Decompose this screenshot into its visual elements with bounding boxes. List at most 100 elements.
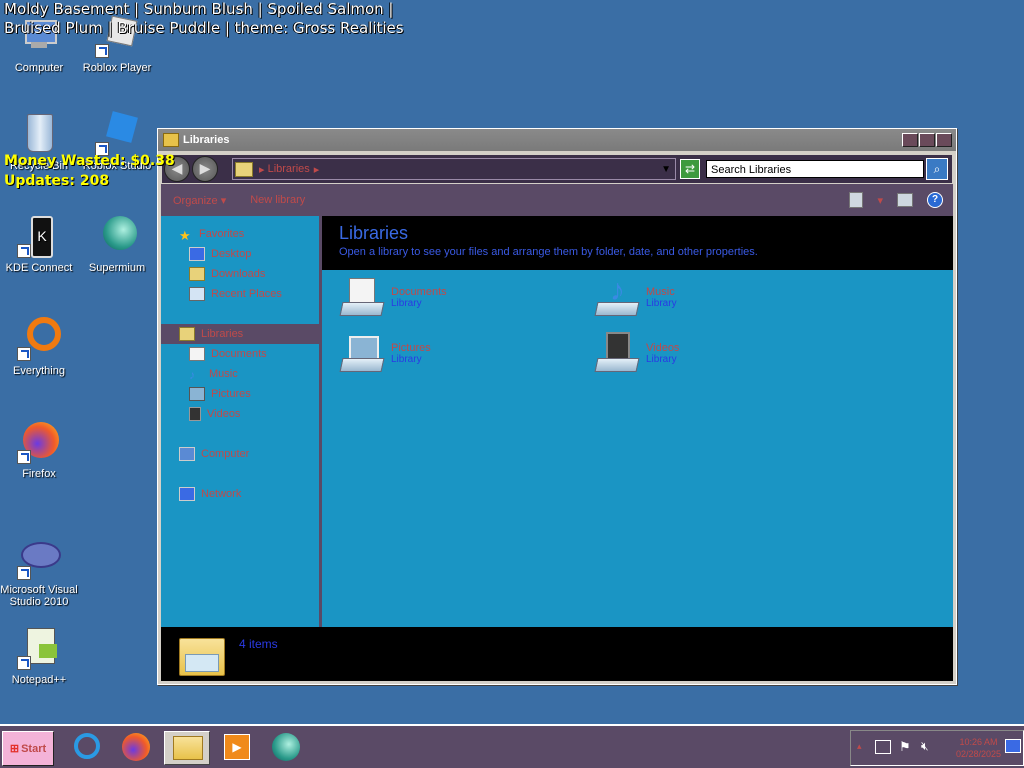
theme-overlay-text: Moldy Basement | Sunburn Blush | Spoiled… <box>4 0 404 37</box>
page-title: Libraries <box>339 223 409 243</box>
view-dropdown-icon[interactable]: ▾ <box>877 194 883 207</box>
file-explorer-icon <box>173 736 203 760</box>
desktop-icon-label: Firefox <box>22 468 56 480</box>
desktop-icon-label: Notepad++ <box>11 674 67 686</box>
close-button[interactable] <box>936 133 952 147</box>
money-wasted-text: Money Wasted: $0.38 <box>4 153 175 169</box>
library-documents[interactable]: Documents Library <box>339 276 559 326</box>
library-music[interactable]: ♪ Music Library <box>594 276 814 326</box>
desktop-icon-firefox[interactable]: Firefox <box>0 420 78 480</box>
network-icon <box>179 487 195 501</box>
visual-studio-icon <box>17 536 61 580</box>
tray-expand-icon[interactable]: ▴ <box>857 741 862 752</box>
nav-recent-places[interactable]: Recent Places <box>161 284 319 304</box>
libraries-icon <box>179 327 195 341</box>
supermium-icon <box>95 214 139 258</box>
music-icon: ♪ <box>594 276 640 320</box>
clock[interactable]: 10:26 AM 02/28/2025 <box>956 736 1001 760</box>
computer-icon <box>179 447 195 461</box>
recent-places-icon <box>189 287 205 301</box>
action-center-flag-icon[interactable]: ⚑ <box>899 739 911 755</box>
preview-pane-icon[interactable] <box>897 193 913 207</box>
address-dropdown-icon[interactable]: ▼ <box>661 164 671 175</box>
view-options-icon[interactable] <box>849 192 864 208</box>
search-icon[interactable]: ⌕ <box>926 158 948 180</box>
roblox-studio-icon <box>95 111 139 156</box>
taskbar-supermium[interactable] <box>268 731 304 763</box>
nav-computer[interactable]: Computer <box>161 444 319 464</box>
new-library-button[interactable]: New library <box>250 194 305 206</box>
desktop-icon-label: Computer <box>14 62 64 74</box>
internet-explorer-icon <box>74 733 100 759</box>
supermium-icon <box>272 733 300 761</box>
command-bar: Organize ▾ New library ▾ ? <box>161 184 953 216</box>
maximize-button[interactable] <box>919 133 935 147</box>
firefox-icon <box>122 733 150 761</box>
everything-icon <box>17 317 61 361</box>
music-icon: ♪ <box>189 368 195 382</box>
volume-muted-icon[interactable]: 🔇︎ <box>921 739 929 754</box>
minimize-button[interactable] <box>902 133 918 147</box>
start-button[interactable]: ⊞ Start <box>2 731 54 766</box>
content-pane: Libraries Open a library to see your fil… <box>322 216 953 627</box>
libraries-window[interactable]: Libraries ◀ ▶ ▸ Libraries ▸ ▼ ⇄ Search L… <box>157 128 957 685</box>
updates-text: Updates: 208 <box>4 173 110 189</box>
desktop-icon-label: Supermium <box>88 262 146 274</box>
taskbar: ⊞ Start ▶ ▴ ⚑ 🔇︎ 10:26 AM 02/28/2025 <box>0 724 1024 768</box>
firefox-icon <box>17 420 61 464</box>
star-icon: ★ <box>179 228 191 243</box>
organize-button[interactable]: Organize ▾ <box>173 194 226 207</box>
desktop-icon-label: Roblox Player <box>82 62 152 74</box>
show-desktop-icon[interactable] <box>1005 739 1021 753</box>
libraries-folder-icon <box>235 161 253 177</box>
desktop-icon <box>189 247 205 261</box>
libraries-folder-icon <box>179 634 225 676</box>
nav-videos[interactable]: Videos <box>161 404 319 424</box>
nav-downloads[interactable]: Downloads <box>161 264 319 284</box>
taskbar-file-explorer[interactable] <box>164 731 210 765</box>
documents-icon <box>189 347 205 361</box>
desktop-icon-everything[interactable]: Everything <box>0 317 78 377</box>
content-header: Libraries Open a library to see your fil… <box>322 216 953 270</box>
desktop-icon-label: Everything <box>13 365 65 377</box>
videos-icon <box>594 332 640 376</box>
network-tray-icon[interactable] <box>875 740 891 754</box>
item-count: 4 items <box>239 637 278 651</box>
desktop-icon-label: Microsoft Visual Studio 2010 <box>0 584 78 608</box>
taskbar-media-player[interactable]: ▶ <box>218 731 254 763</box>
window-titlebar[interactable]: Libraries <box>158 129 956 151</box>
address-bar[interactable]: ▸ Libraries ▸ ▼ <box>232 158 676 180</box>
help-icon[interactable]: ? <box>927 192 943 208</box>
pictures-icon <box>189 387 205 401</box>
taskbar-firefox[interactable] <box>118 731 154 763</box>
stats-overlay: Money Wasted: $0.38 Updates: 208 <box>4 151 175 191</box>
address-row: ◀ ▶ ▸ Libraries ▸ ▼ ⇄ Search Libraries ⌕ <box>161 154 953 184</box>
address-text: Libraries <box>267 163 310 175</box>
desktop-icon-visual-studio[interactable]: Microsoft Visual Studio 2010 <box>0 536 78 608</box>
pictures-icon <box>339 332 385 376</box>
library-pictures[interactable]: Pictures Library <box>339 332 559 382</box>
recycle-bin-icon <box>17 112 61 156</box>
nav-libraries[interactable]: Libraries <box>161 324 319 344</box>
media-player-icon: ▶ <box>224 734 250 760</box>
nav-favorites[interactable]: ★ Favorites <box>161 224 319 244</box>
nav-desktop[interactable]: Desktop <box>161 244 319 264</box>
forward-button[interactable]: ▶ <box>192 156 218 182</box>
desktop-icon-notepad-plus-plus[interactable]: Notepad++ <box>0 626 78 686</box>
desktop-icon-kde-connect[interactable]: K KDE Connect <box>0 214 78 274</box>
navigation-pane: ★ Favorites Desktop Downloads Recent Pla… <box>161 216 322 627</box>
library-videos[interactable]: Videos Library <box>594 332 814 382</box>
taskbar-internet-explorer[interactable] <box>70 731 106 763</box>
system-tray: ▴ ⚑ 🔇︎ 10:26 AM 02/28/2025 <box>850 730 1024 766</box>
nav-network[interactable]: Network <box>161 484 319 504</box>
desktop-icon-label: KDE Connect <box>5 262 73 274</box>
window-title: Libraries <box>183 134 230 146</box>
desktop-icon-supermium[interactable]: Supermium <box>78 214 156 274</box>
nav-documents[interactable]: Documents <box>161 344 319 364</box>
downloads-icon <box>189 267 205 281</box>
page-subtitle: Open a library to see your files and arr… <box>339 246 758 258</box>
search-input[interactable]: Search Libraries <box>706 160 924 178</box>
refresh-button[interactable]: ⇄ <box>680 159 700 179</box>
nav-pictures[interactable]: Pictures <box>161 384 319 404</box>
nav-music[interactable]: ♪ Music <box>161 364 319 384</box>
